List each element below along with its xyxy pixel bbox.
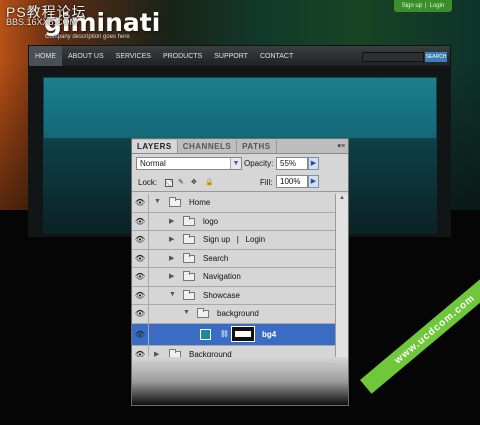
- lock-all-icon[interactable]: 🔒: [205, 179, 214, 187]
- layer-row-search[interactable]: 👁 ▶ Search: [132, 249, 336, 268]
- folder-icon: [183, 234, 195, 244]
- tab-paths[interactable]: PATHS: [237, 140, 277, 153]
- layer-name: bg4: [262, 329, 277, 339]
- layer-name: logo: [203, 216, 219, 226]
- blend-row: Normal ▼ Opacity: 55% ▶: [132, 154, 348, 172]
- layer-name: Sign up | Login: [203, 235, 266, 244]
- layer-row-navigation[interactable]: 👁 ▶ Navigation: [132, 268, 336, 287]
- layers-list: 👁 ▼ Home 👁 ▶ logo 👁 ▶ Sign up | Login 👁 …: [132, 194, 336, 364]
- panel-menu-icon[interactable]: ▾≡: [337, 142, 345, 150]
- panel-tabs: LAYERS CHANNELS PATHS ▾≡: [132, 139, 348, 154]
- expand-triangle-closed-icon[interactable]: ▶: [169, 217, 174, 225]
- eye-icon[interactable]: 👁: [132, 249, 149, 267]
- panel-bottom-fade: [132, 357, 348, 405]
- layer-mask-thumbnail[interactable]: [231, 325, 255, 342]
- eye-icon[interactable]: 👁: [132, 212, 149, 230]
- fill-label: Fill:: [260, 178, 273, 187]
- link-chain-icon[interactable]: ⛓: [220, 330, 229, 338]
- tab-layers[interactable]: LAYERS: [132, 140, 178, 153]
- nav-home[interactable]: HOME: [29, 46, 62, 66]
- fill-slider-arrow-icon[interactable]: ▶: [308, 175, 319, 188]
- expand-triangle-open-icon[interactable]: ▼: [183, 309, 190, 316]
- folder-icon: [197, 308, 209, 318]
- layer-name: Search: [203, 253, 229, 263]
- lock-position-icon[interactable]: ✥: [191, 179, 197, 187]
- eye-icon[interactable]: 👁: [132, 231, 149, 249]
- expand-triangle-closed-icon[interactable]: ▶: [169, 254, 174, 262]
- folder-icon: [183, 215, 195, 226]
- site-tagline: Company description goes here: [45, 34, 130, 40]
- layer-row-background-group[interactable]: 👁 ▼ background: [132, 305, 336, 324]
- eye-icon[interactable]: 👁: [132, 305, 149, 323]
- layer-row-bg4[interactable]: 👁 ⛓ bg4: [132, 323, 336, 346]
- showcase-banner: [43, 77, 437, 139]
- eye-icon[interactable]: 👁: [132, 286, 149, 304]
- nav-services[interactable]: SERVICES: [110, 46, 157, 66]
- layer-name: background: [217, 309, 259, 318]
- lock-pixels-icon[interactable]: ✎: [178, 179, 184, 187]
- eye-icon[interactable]: 👁: [132, 323, 149, 345]
- layer-row-showcase[interactable]: 👁 ▼ Showcase: [132, 286, 336, 305]
- nav-contact[interactable]: CONTACT: [254, 46, 299, 66]
- fill-field[interactable]: 100%: [276, 175, 308, 188]
- folder-icon: [183, 271, 195, 281]
- opacity-field[interactable]: 55%: [276, 157, 308, 170]
- login-link[interactable]: Login: [430, 3, 445, 9]
- expand-triangle-closed-icon[interactable]: ▶: [169, 272, 174, 280]
- lock-transparency-icon[interactable]: [165, 179, 173, 187]
- lock-label: Lock:: [138, 178, 158, 187]
- scroll-up-arrow-icon[interactable]: ▲: [337, 195, 347, 204]
- layer-color-swatch: [200, 328, 211, 340]
- layer-name: Showcase: [203, 290, 240, 300]
- expand-triangle-open-icon[interactable]: ▼: [169, 291, 176, 298]
- eye-icon[interactable]: 👁: [132, 268, 149, 286]
- search-button[interactable]: SEARCH: [425, 52, 447, 62]
- opacity-slider-arrow-icon[interactable]: ▶: [308, 157, 319, 170]
- search-input[interactable]: [362, 52, 424, 62]
- mask-shape: [235, 330, 251, 337]
- opacity-label: Opacity:: [244, 159, 274, 168]
- chevron-down-icon[interactable]: ▼: [230, 158, 241, 169]
- layers-scrollbar[interactable]: ▲: [335, 194, 348, 362]
- expand-triangle-closed-icon[interactable]: ▶: [169, 235, 174, 243]
- signup-link[interactable]: Sign up: [402, 3, 422, 9]
- nav-products[interactable]: PRODUCTS: [157, 46, 208, 66]
- layer-name: Home: [189, 198, 211, 207]
- tab-channels[interactable]: CHANNELS: [178, 140, 238, 153]
- main-navigation: HOME ABOUT US SERVICES PRODUCTS SUPPORT …: [28, 45, 451, 67]
- signup-separator: |: [425, 3, 427, 9]
- blend-mode-value: Normal: [140, 159, 166, 168]
- folder-icon: [183, 252, 195, 263]
- lock-row: Lock: ✎ ✥ 🔒 Fill: 100% ▶: [132, 172, 348, 192]
- layers-panel: LAYERS CHANNELS PATHS ▾≡ Normal ▼ Opacit…: [131, 138, 349, 406]
- folder-icon: [183, 289, 195, 300]
- folder-icon: [169, 197, 181, 207]
- nav-about-us[interactable]: ABOUT US: [62, 46, 110, 66]
- layer-name: Navigation: [203, 272, 241, 281]
- layer-row-logo[interactable]: 👁 ▶ logo: [132, 212, 336, 231]
- eye-icon[interactable]: 👁: [132, 194, 149, 212]
- layer-row-home[interactable]: 👁 ▼ Home: [132, 194, 336, 213]
- expand-triangle-open-icon[interactable]: ▼: [154, 198, 161, 205]
- blend-mode-select[interactable]: Normal ▼: [136, 157, 242, 170]
- watermark-url: BBS.16XX8.COM: [6, 17, 78, 27]
- signup-login-bar: Sign up | Login: [394, 0, 452, 12]
- layer-row-signup-login[interactable]: 👁 ▶ Sign up | Login: [132, 231, 336, 250]
- nav-support[interactable]: SUPPORT: [208, 46, 254, 66]
